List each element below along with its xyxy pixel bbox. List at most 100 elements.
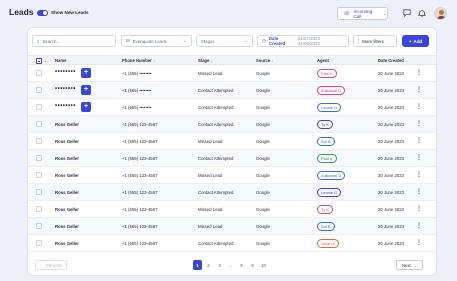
chevron-down-icon: ⌄ (382, 10, 387, 17)
lead-name[interactable]: •••••••• (55, 69, 76, 75)
more-vert-icon[interactable]: ⋮ (416, 239, 422, 246)
lead-name[interactable]: Ross Geller (55, 122, 79, 127)
lead-stage: Contact Attempted (198, 156, 234, 161)
arrow-left-icon: ← (39, 262, 44, 268)
agent-badge: Paul K (317, 154, 337, 163)
previous-label: Previous (45, 262, 63, 268)
column-source[interactable]: Source ↓ (256, 58, 273, 63)
source-filter-dropdown[interactable]: ⊟ Evenquote Leads ⌄ (121, 35, 192, 47)
table-row[interactable]: •••••••• + +1 (555) •••••••• Missed Lead Goo… (28, 65, 436, 82)
table-row[interactable]: •••••••• + +1 (555) •••••••• Contact Attemp… (28, 99, 436, 116)
row-checkbox[interactable] (36, 223, 42, 229)
previous-button[interactable]: ← Previous (35, 260, 67, 270)
plus-icon[interactable]: + (81, 102, 91, 112)
page-button[interactable]: 8 (237, 260, 246, 270)
lead-name[interactable]: Ross Geller (55, 156, 79, 161)
chat-icon[interactable] (402, 9, 411, 19)
lead-phone: +1 (555) 123-4567 (122, 241, 158, 246)
plus-icon[interactable]: + (81, 68, 91, 78)
lead-phone: +1 (555) •••••••• (122, 71, 152, 76)
page-title: Leads (9, 7, 34, 17)
more-vert-icon[interactable]: ⋮ (416, 222, 422, 229)
page-button[interactable]: 3 (215, 260, 224, 270)
row-checkbox[interactable] (36, 104, 42, 110)
chevron-down-icon[interactable]: ⌄ (44, 58, 48, 63)
lead-name[interactable]: Ross Geller (55, 190, 79, 195)
more-vert-icon[interactable]: ⋮ (416, 69, 422, 76)
more-vert-icon[interactable]: ⋮ (416, 171, 422, 178)
row-checkbox[interactable] (36, 206, 42, 212)
table-row[interactable]: Ross Geller +1 (555) 123-4567 Contact Atte… (28, 184, 436, 201)
page-button[interactable]: 10 (259, 260, 268, 270)
more-vert-icon[interactable]: ⋮ (416, 137, 422, 144)
row-checkbox[interactable] (36, 121, 42, 127)
search-input[interactable]: ⌕ Search... (32, 35, 116, 47)
more-vert-icon[interactable]: ⋮ (416, 86, 422, 93)
lead-name[interactable]: •••••••• (55, 103, 76, 109)
lead-source: Google (256, 224, 270, 229)
arrow-right-icon: → (412, 262, 417, 268)
page-button[interactable]: 2 (204, 260, 213, 270)
column-phone[interactable]: Phone Number ↓ (122, 58, 155, 63)
more-vert-icon[interactable]: ⋮ (416, 188, 422, 195)
column-agent[interactable]: Agent ↓ (317, 58, 332, 63)
lead-phone: +1 (555) 123-4567 (122, 190, 158, 195)
table-row[interactable]: •••••••• + +1 (555) •••••••• Contact Attemp… (28, 82, 436, 99)
lead-date: 20 June 2023 (378, 88, 405, 93)
column-name[interactable]: Name ↓ (55, 58, 70, 63)
more-vert-icon[interactable]: ⋮ (416, 120, 422, 127)
table-row[interactable]: Ross Geller +1 (555) 123-4567 Contact Atte… (28, 235, 436, 252)
lead-stage: Contact Attempted (198, 241, 234, 246)
row-checkbox[interactable] (36, 240, 42, 246)
agent-badge: Ty K (317, 205, 334, 214)
table-row[interactable]: Ross Geller +1 (555) 123-4567 Missed Lead G… (28, 201, 436, 218)
lead-date: 20 June 2023 (378, 173, 405, 178)
date-label: Date Created (268, 36, 286, 46)
lead-date: 20 June 2023 (378, 207, 405, 212)
page-numbers: 1 2 3... 8 9 10 (193, 260, 268, 270)
table-row[interactable]: Ross Geller +1 (555) 123-4567 Contact Atte… (28, 116, 436, 133)
more-filters-button[interactable]: ⫶ More filters (353, 35, 397, 47)
leads-card: ⌕ Search... ⊟ Evenquote Leads ⌄ Stages ⌄… (28, 28, 436, 275)
lead-name[interactable]: •••••••• (55, 86, 76, 92)
table-row[interactable]: Ross Geller +1 (555) 123-4567 Missed Lead G… (28, 167, 436, 184)
more-filters-label: More filters (362, 38, 384, 44)
lead-name[interactable]: Ross Geller (55, 224, 79, 229)
table-row[interactable]: Ross Geller +1 (555) 123-4567 Missed Lead G… (28, 133, 436, 150)
bell-icon[interactable] (417, 9, 426, 19)
row-checkbox[interactable] (36, 155, 42, 161)
lead-name[interactable]: Ross Geller (55, 139, 79, 144)
more-vert-icon[interactable]: ⋮ (416, 205, 422, 212)
lead-name[interactable]: Ross Geller (55, 207, 79, 212)
lead-date: 20 June 2023 (378, 224, 405, 229)
lead-stage: Contact Attempted (198, 122, 234, 127)
date-created-filter[interactable]: ◷ Date Created 01/07/2023 - 31/08/2023 (257, 35, 349, 47)
row-checkbox[interactable] (36, 189, 42, 195)
page-button[interactable]: 1 (193, 260, 202, 270)
lead-source: Google (256, 122, 270, 127)
phone-icon: ☏ (343, 11, 351, 17)
stages-filter-dropdown[interactable]: Stages ⌄ (196, 35, 253, 47)
select-all-checkbox[interactable] (36, 58, 42, 64)
row-checkbox[interactable] (36, 70, 42, 76)
show-new-leads-toggle[interactable] (37, 10, 48, 16)
agent-badge: Leonie G (317, 188, 342, 197)
plus-icon[interactable]: + (81, 85, 91, 95)
more-vert-icon[interactable]: ⋮ (416, 154, 422, 161)
column-date-created[interactable]: Date Created ↓ (378, 58, 407, 63)
incoming-call-button[interactable]: ☏ Incoming Call ⌄ (337, 7, 388, 20)
row-checkbox[interactable] (36, 87, 42, 93)
next-button[interactable]: Next → (396, 260, 423, 270)
table-row[interactable]: Ross Geller +1 (555) 123-4567 Missed Lead G… (28, 218, 436, 235)
row-checkbox[interactable] (36, 138, 42, 144)
page-button[interactable]: 9 (248, 260, 257, 270)
lead-name[interactable]: Ross Geller (55, 241, 79, 246)
row-checkbox[interactable] (36, 172, 42, 178)
add-button[interactable]: + Add (402, 35, 429, 47)
lead-name[interactable]: Ross Geller (55, 173, 79, 178)
table-row[interactable]: Ross Geller +1 (555) 123-4567 Contact Atte… (28, 150, 436, 167)
avatar[interactable] (434, 7, 447, 20)
column-stage[interactable]: Stage ↓ (198, 58, 213, 63)
agent-badge: Julian K (317, 239, 340, 248)
more-vert-icon[interactable]: ⋮ (416, 103, 422, 110)
